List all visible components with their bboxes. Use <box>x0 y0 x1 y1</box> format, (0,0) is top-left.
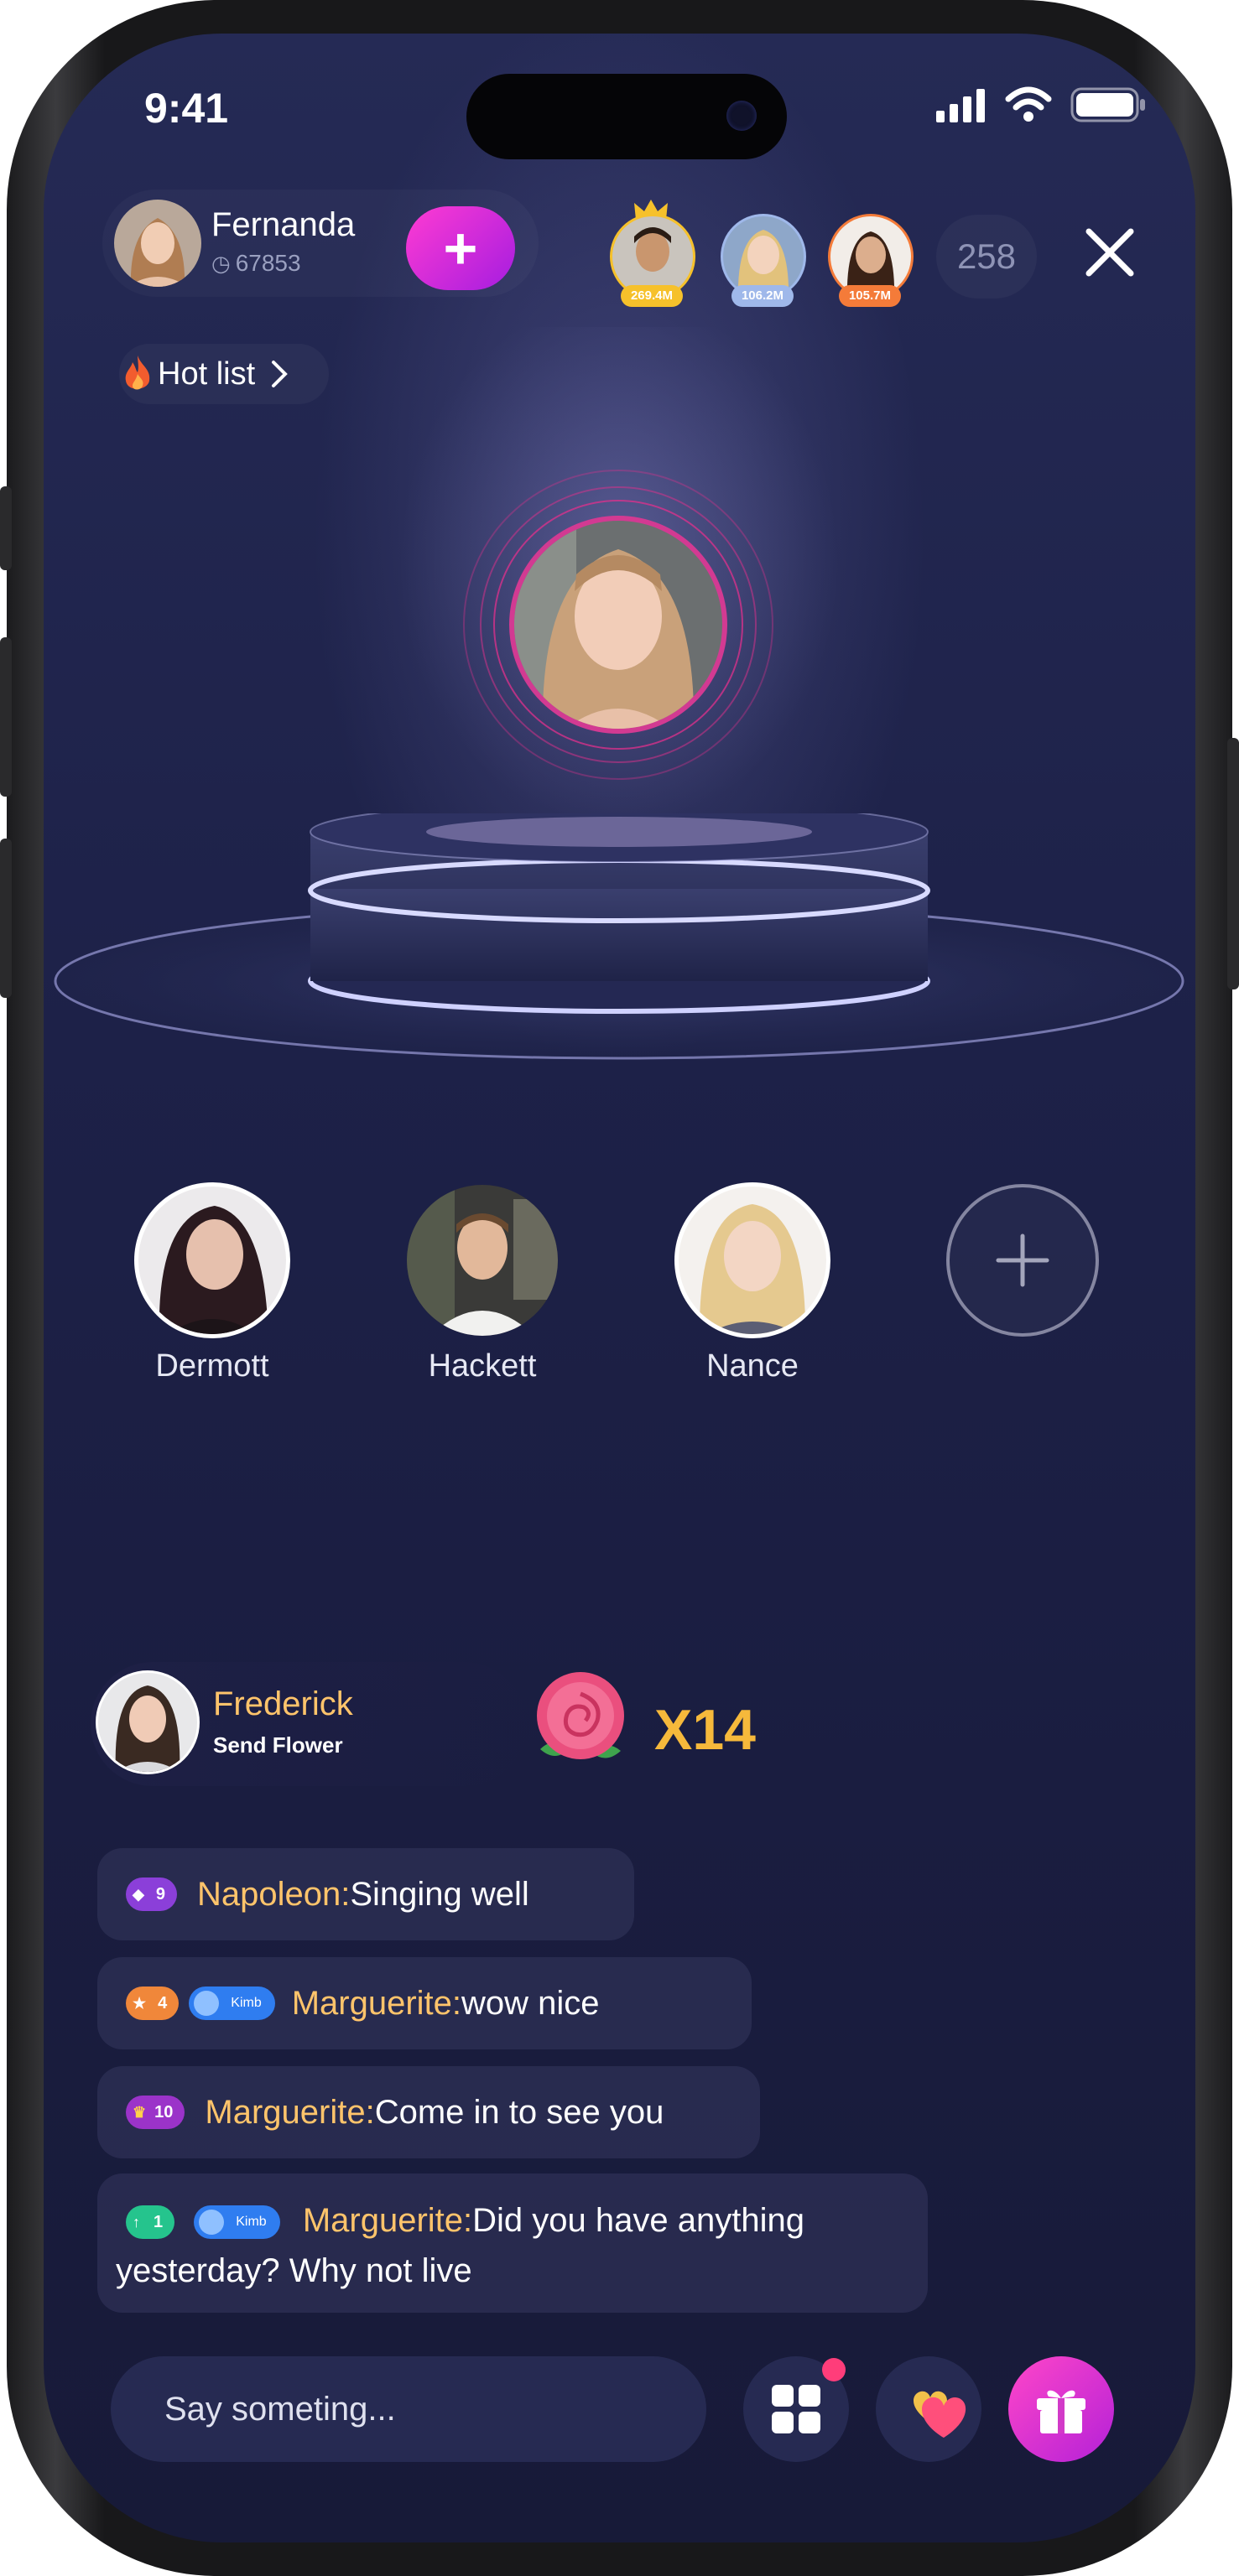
chat-message[interactable]: ◆ 9 Napoleon: Singing well <box>97 1848 634 1940</box>
live-room-screen: 9:41 Fernanda ◷ 67853 + 269.4M 106.2M 10… <box>44 34 1195 2542</box>
diamond-icon: ◆ <box>133 1885 144 1903</box>
fan-badge: Kimb <box>189 1987 275 2020</box>
gift-sender-name: Frederick <box>213 1685 353 1722</box>
top-viewer-1[interactable]: 269.4M <box>606 198 698 309</box>
flame-icon <box>125 356 150 390</box>
chat-message[interactable]: ↑ 1 Kimb Marguerite:Did you have anything… <box>97 2174 928 2313</box>
seat-name: Dermott <box>155 1348 269 1384</box>
star-icon: ★ <box>133 1994 147 2012</box>
volume-up-button <box>0 637 12 797</box>
chat-text: Come in to see you <box>374 2093 664 2131</box>
add-seat-icon[interactable] <box>945 1182 1101 1338</box>
stage-podium <box>54 813 1184 1060</box>
chat-text: wow nice <box>461 1984 600 2022</box>
seat-name: Hackett <box>428 1348 537 1384</box>
notification-dot <box>822 2358 846 2381</box>
chat-username: Marguerite: <box>302 2202 473 2239</box>
dynamic-island <box>466 74 787 159</box>
rose-icon <box>537 1672 624 1759</box>
gift-multiplier: X14 <box>654 1698 756 1762</box>
status-time: 9:41 <box>144 85 229 132</box>
badge-icon <box>194 1991 220 2016</box>
gift-action: Send Flower <box>213 1732 343 1758</box>
chat-message[interactable]: ★ 4 Kimb Marguerite: wow nice <box>97 1957 752 2049</box>
seat-avatar-dermott[interactable] <box>134 1182 290 1338</box>
apps-icon <box>772 2385 820 2433</box>
top-viewer-2[interactable]: 106.2M <box>716 213 809 314</box>
volume-down-button <box>0 839 12 998</box>
speaking-avatar[interactable] <box>463 470 773 780</box>
chat-message[interactable]: ♛ 10 Marguerite: Come in to see you <box>97 2066 760 2158</box>
arrow-up-icon: ↑ <box>133 2214 140 2231</box>
level-badge: ★ 4 <box>126 1987 180 2020</box>
viewer-badge: 106.2M <box>731 285 794 307</box>
chat-input-placeholder: Say someting... <box>164 2390 396 2428</box>
host-id: 67853 <box>235 250 301 276</box>
chat-text: Singing well <box>350 1875 529 1913</box>
power-button <box>1227 738 1239 989</box>
signal-icon <box>936 89 985 122</box>
viewer-badge: 269.4M <box>621 285 683 307</box>
gift-sender-avatar <box>96 1670 200 1774</box>
chat-text-continued: yesterday? Why not live <box>116 2252 472 2289</box>
wifi-icon <box>1005 86 1052 122</box>
level-badge: ↑ 1 <box>126 2205 175 2240</box>
viewer-badge: 105.7M <box>839 285 901 307</box>
badge-icon <box>199 2210 225 2236</box>
crown-small-icon: ♛ <box>133 2103 147 2121</box>
front-camera <box>726 101 757 131</box>
stage-host-avatar <box>509 516 727 734</box>
close-icon[interactable] <box>1082 225 1137 280</box>
chat-username: Marguerite: <box>291 1984 462 2022</box>
phone-frame: 9:41 Fernanda ◷ 67853 + 269.4M 106.2M 10… <box>0 0 1239 2576</box>
clock-icon: ◷ <box>211 250 231 276</box>
viewer-count[interactable]: 258 <box>936 215 1037 299</box>
hot-list-label: Hot list <box>158 356 256 392</box>
seat-avatar-nance[interactable] <box>674 1182 830 1338</box>
top-viewer-3[interactable]: 105.7M <box>824 213 916 314</box>
host-name: Fernanda <box>211 206 356 243</box>
fan-badge: Kimb <box>194 2205 280 2240</box>
chat-username: Marguerite: <box>205 2093 375 2131</box>
chevron-right-icon <box>272 361 288 387</box>
chat-text: Did you have anything <box>472 2202 804 2239</box>
mute-switch <box>0 486 12 570</box>
gift-button[interactable] <box>1008 2356 1114 2462</box>
chat-input[interactable]: Say someting... <box>111 2356 706 2462</box>
seat-avatar-hackett[interactable] <box>404 1182 560 1338</box>
hot-list-button[interactable]: Hot list <box>119 344 329 404</box>
level-badge: ◆ 9 <box>126 1877 177 1911</box>
gift-notice: Frederick Send Flower <box>91 1662 527 1786</box>
battery-icon <box>1070 87 1145 122</box>
seat-name: Nance <box>706 1348 799 1384</box>
host-id-row: ◷ 67853 <box>211 250 301 277</box>
hearts-icon <box>914 2391 966 2438</box>
gift-icon <box>1037 2390 1085 2433</box>
follow-button[interactable]: + <box>406 206 515 290</box>
host-avatar <box>114 200 201 287</box>
hearts-button[interactable] <box>876 2356 981 2462</box>
level-badge: ♛ 10 <box>126 2096 185 2129</box>
plus-icon: + <box>443 216 478 281</box>
chat-username: Napoleon: <box>196 1875 351 1913</box>
